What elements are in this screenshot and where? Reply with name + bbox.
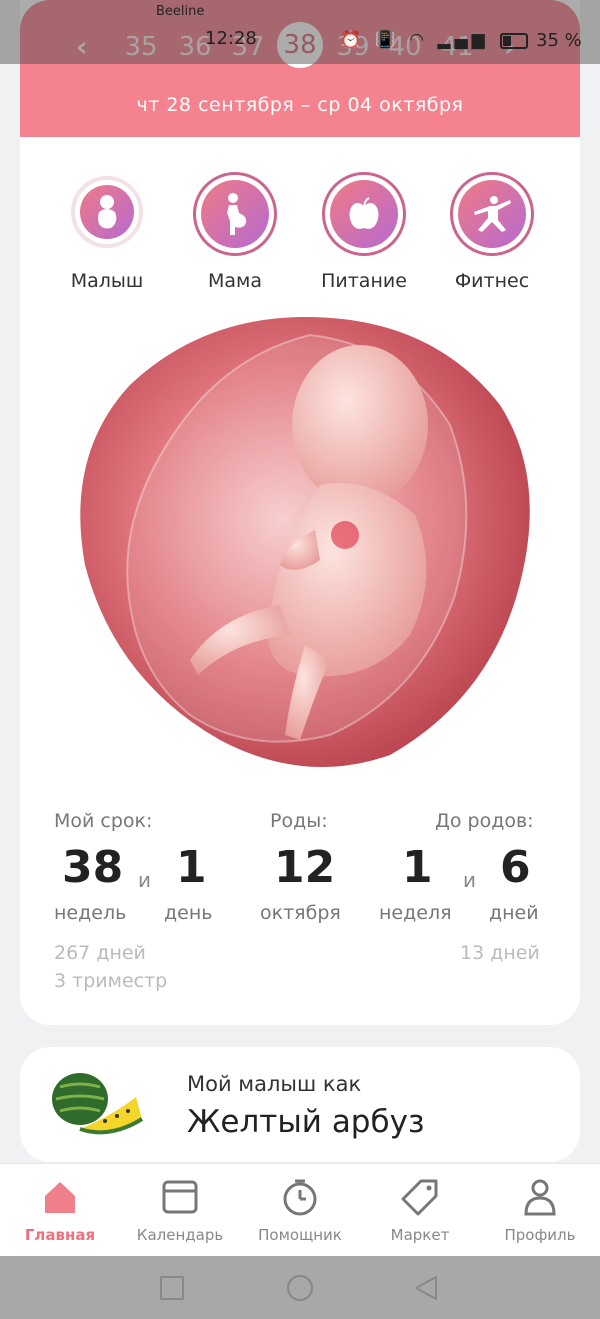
status-bar: Beeline Tele2 12:28 ⏰ 📳 ◠ ▂▄▆ 35 %	[0, 0, 600, 64]
tag-icon	[401, 1179, 438, 1216]
yellow-watermelon-icon	[50, 1069, 150, 1139]
category-ring	[71, 176, 143, 248]
tab-label: Календарь	[136, 1226, 224, 1244]
term-total-days: 267 дней	[54, 942, 146, 964]
tab-assistant[interactable]: Помощник	[240, 1178, 360, 1244]
remaining-days-value: 6	[500, 842, 531, 893]
tab-profile[interactable]: Профиль	[480, 1178, 600, 1244]
term-and: и	[138, 868, 151, 892]
baby-size-caption: Мой малыш как	[187, 1072, 362, 1096]
category-fitness[interactable]: Фитнес	[432, 172, 552, 292]
category-label: Фитнес	[454, 270, 530, 292]
category-label: Мама	[207, 270, 262, 292]
trimester: 3 триместр	[54, 970, 168, 992]
status-time: 12:28	[205, 28, 257, 49]
home-button-icon[interactable]	[285, 1274, 315, 1304]
remaining-days-unit: дней	[489, 902, 539, 924]
tab-label: Помощник	[258, 1226, 342, 1244]
remaining-weeks-unit: неделя	[379, 902, 452, 924]
signal-wifi-icon: ⏰ 📳 ◠ ▂▄▆	[340, 30, 489, 50]
pregnant-woman-icon	[201, 180, 269, 248]
tab-label: Профиль	[504, 1226, 576, 1244]
term-weeks-unit: недель	[54, 902, 127, 924]
timer-icon	[283, 1179, 317, 1216]
remaining-and: и	[463, 868, 476, 892]
category-nutrition[interactable]: Питание	[304, 172, 424, 292]
baby-size-card[interactable]: Мой малыш как Желтый арбуз	[20, 1047, 580, 1162]
category-baby[interactable]: Малыш	[47, 172, 167, 292]
term-days-unit: день	[164, 902, 213, 924]
category-ring	[450, 172, 534, 256]
birth-day-value: 12	[274, 842, 336, 893]
baby-icon	[80, 185, 134, 239]
battery-percent: 35 %	[536, 30, 582, 51]
tab-calendar[interactable]: Календарь	[120, 1178, 240, 1244]
category-ring	[193, 172, 277, 256]
fetus-illustration	[70, 315, 530, 775]
home-icon	[45, 1182, 75, 1213]
birth-month: октября	[260, 902, 341, 924]
term-weeks-value: 38	[62, 842, 124, 893]
tab-label: Главная	[24, 1226, 96, 1244]
apple-icon	[330, 180, 398, 248]
term-days-value: 1	[176, 842, 207, 893]
category-label: Питание	[321, 270, 407, 292]
tab-market[interactable]: Маркет	[360, 1178, 480, 1244]
pregnancy-stats: Мой срок: Роды: До родов: 38 и 1 12 1 и …	[20, 810, 580, 1010]
remaining-weeks-value: 1	[402, 842, 433, 893]
term-title: Мой срок:	[54, 810, 153, 832]
battery-fill	[503, 36, 511, 46]
calendar-icon	[162, 1180, 198, 1214]
category-mom[interactable]: Мама	[175, 172, 295, 292]
system-nav-bar	[0, 1256, 600, 1319]
category-row: Малыш Мама Питание Фитнес	[20, 172, 580, 292]
remaining-title: До родов:	[435, 810, 534, 832]
week-card: ‹ 35 36 37 38 39 40 41 › чт 28 сентября …	[20, 0, 580, 1025]
category-label: Малыш	[70, 270, 144, 292]
bottom-tab-bar: Главная Календарь Помощник Маркет Профил…	[0, 1163, 600, 1256]
recent-apps-icon[interactable]	[158, 1274, 186, 1302]
remaining-total-days: 13 дней	[460, 942, 540, 964]
birth-title: Роды:	[270, 810, 328, 832]
back-button-icon[interactable]	[412, 1274, 440, 1302]
tab-home[interactable]: Главная	[0, 1178, 120, 1244]
fitness-icon	[458, 180, 526, 248]
battery-icon	[500, 33, 528, 49]
tab-label: Маркет	[390, 1226, 450, 1244]
profile-icon	[524, 1179, 556, 1216]
carrier-name: Beeline Tele2	[156, 4, 206, 19]
week-date-range: чт 28 сентября – ср 04 октября	[136, 94, 464, 116]
baby-size-fruit: Желтый арбуз	[187, 1104, 425, 1140]
category-ring	[322, 172, 406, 256]
